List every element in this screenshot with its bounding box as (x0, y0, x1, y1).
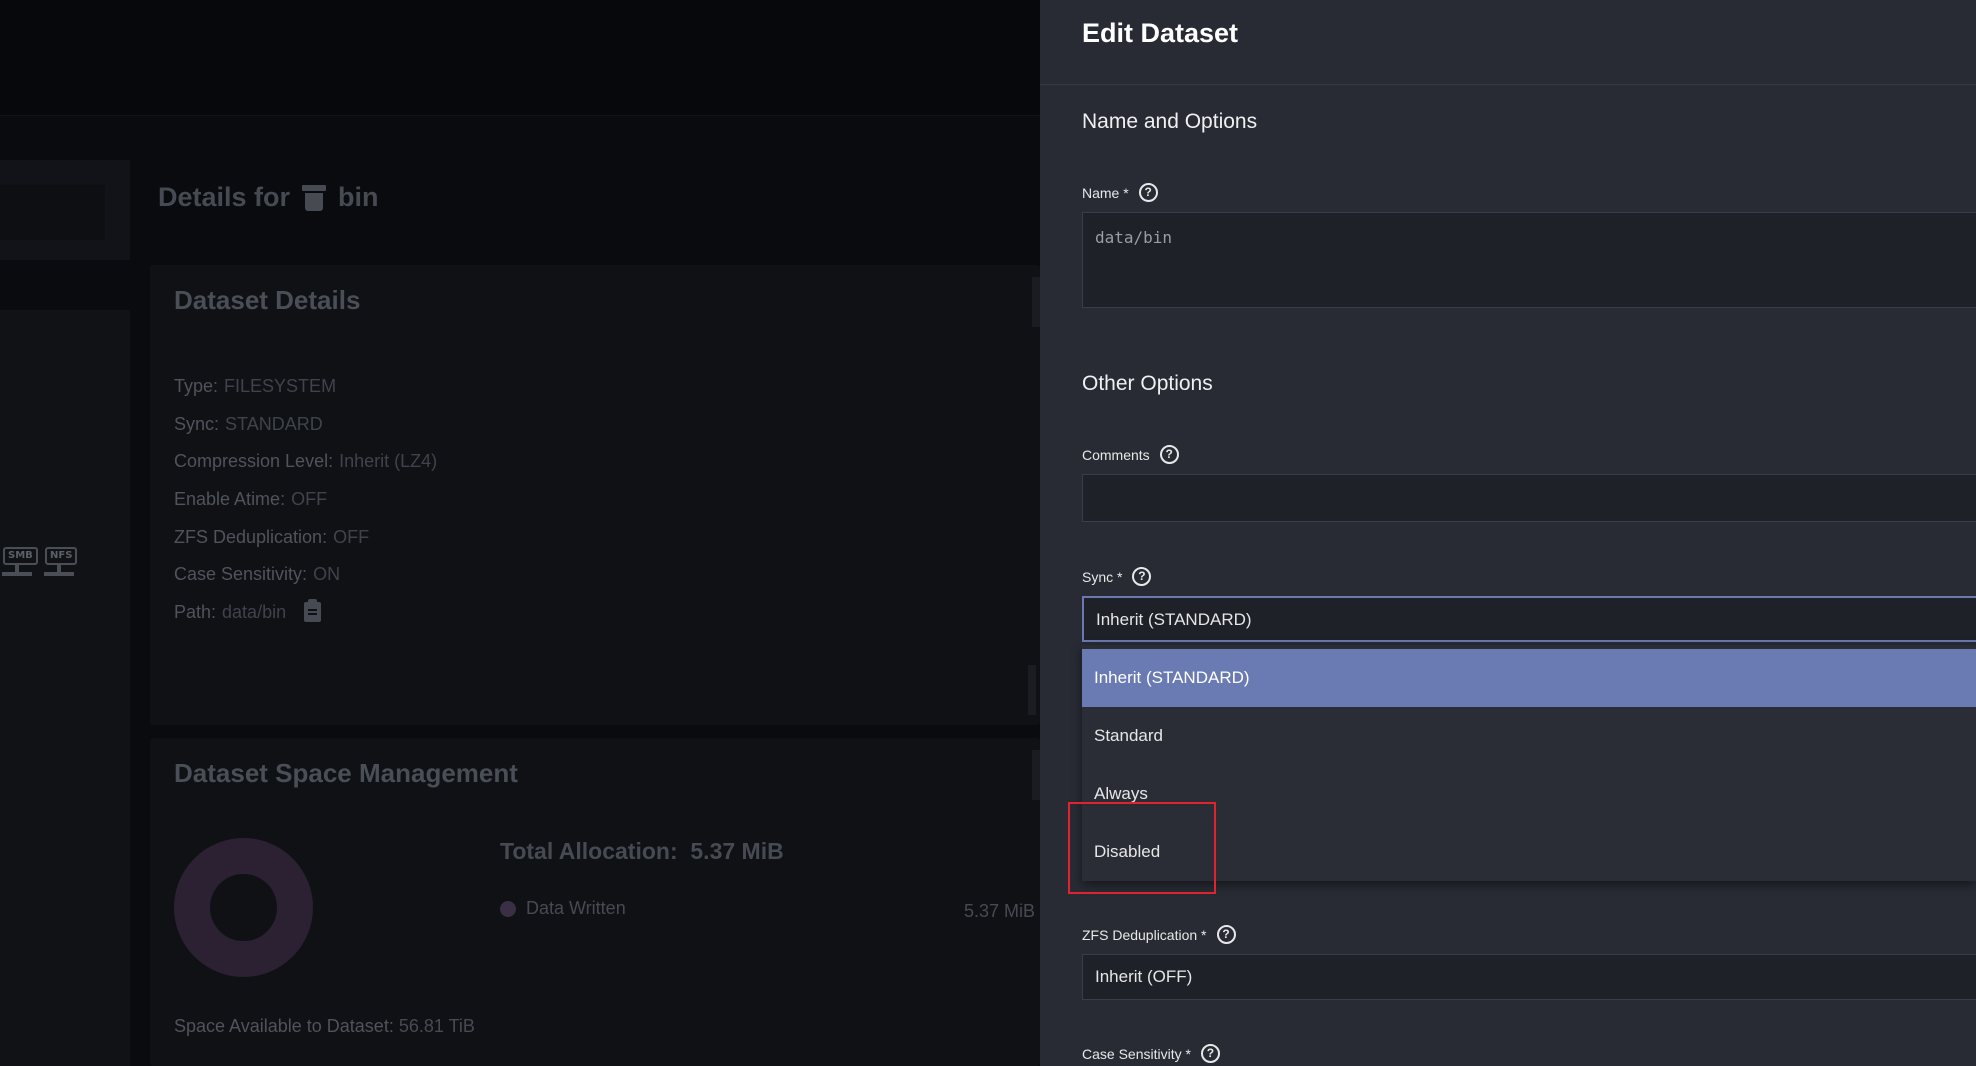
sync-select-value: Inherit (STANDARD) (1096, 610, 1252, 629)
smb-share-icon: SMB (0, 545, 38, 579)
panel-title: Edit Dataset (1082, 18, 1239, 48)
panel-header: Edit Dataset (1040, 0, 1976, 85)
space-management-card: Dataset Space Management Total Allocatio… (150, 738, 1040, 1066)
name-field[interactable]: data/bin (1082, 212, 1976, 308)
details-prefix: Details for (158, 182, 291, 212)
nfs-share-icon: NFS (42, 545, 78, 579)
space-available: Space Available to Dataset: 56.81 TiB (174, 1016, 475, 1036)
background-page: SMB NFS Details for bin Dataset Details … (0, 0, 1040, 1066)
edit-dataset-panel: Edit Dataset Name and Options Name * ? d… (1040, 0, 1976, 1066)
sync-option-always[interactable]: Always (1082, 765, 1976, 823)
detail-row: ZFS Deduplication: OFF (174, 526, 370, 547)
comments-label: Comments ? (1082, 445, 1179, 464)
legend-item: Data Written (500, 898, 626, 919)
detail-list: Type: FILESYSTEM Sync: STANDARD Compressio… (174, 368, 437, 631)
detail-row: Sync: STANDARD (174, 413, 323, 434)
case-sensitivity-label: Case Sensitivity * ? (1082, 1044, 1220, 1063)
card-edge (1032, 277, 1040, 327)
dataset-tree (0, 310, 130, 1066)
help-icon[interactable]: ? (1138, 183, 1158, 202)
legend-value: 5.37 MiB (964, 901, 1036, 921)
legend-dot-icon (500, 900, 516, 917)
detail-row: Path: data/bin (174, 594, 437, 632)
copy-path-icon[interactable] (304, 599, 322, 623)
card-edge (1032, 750, 1040, 800)
dedup-label: ZFS Deduplication * ? (1082, 925, 1236, 944)
help-icon[interactable]: ? (1216, 925, 1236, 944)
dataset-name: bin (338, 182, 379, 212)
name-value: data/bin (1095, 228, 1173, 247)
name-label: Name * ? (1082, 183, 1158, 202)
help-icon[interactable]: ? (1132, 567, 1152, 586)
sync-select[interactable]: Inherit (STANDARD) (1082, 596, 1976, 642)
sync-option-disabled[interactable]: Disabled (1082, 823, 1976, 881)
detail-row: Enable Atime: OFF (174, 489, 328, 510)
card-edge (1028, 665, 1036, 715)
card-title: Dataset Details (174, 285, 361, 315)
detail-row: Compression Level: Inherit (LZ4) (174, 451, 438, 472)
details-header: Details for bin (158, 182, 379, 213)
section-name-and-options: Name and Options (1082, 110, 1258, 133)
sync-option-standard[interactable]: Standard (1082, 707, 1976, 765)
dataset-icon (302, 184, 327, 211)
detail-row: Type: FILESYSTEM (174, 376, 337, 397)
sync-label: Sync * ? (1082, 567, 1152, 586)
total-allocation: Total Allocation: 5.37 MiB (500, 838, 784, 864)
help-icon[interactable]: ? (1159, 445, 1179, 464)
sync-option-inherit-standard[interactable]: Inherit (STANDARD) (1082, 649, 1976, 707)
dedup-select-value: Inherit (OFF) (1095, 967, 1193, 986)
section-other-options: Other Options (1082, 372, 1213, 395)
dataset-details-card: Dataset Details Type: FILESYSTEM Sync: STA… (150, 265, 1040, 725)
allocation-donut-chart (174, 838, 313, 977)
share-icons: SMB NFS (0, 545, 78, 579)
dedup-select[interactable]: Inherit (OFF) (1082, 954, 1976, 1000)
card-title: Dataset Space Management (174, 758, 518, 788)
highlight-annotation-box (1068, 802, 1216, 894)
sync-dropdown-menu: Inherit (STANDARD) Standard Always Disab… (1082, 645, 1976, 881)
help-icon[interactable]: ? (1200, 1044, 1220, 1063)
top-bar (0, 0, 1040, 116)
dataset-tree-row (0, 160, 130, 260)
detail-row: Case Sensitivity: ON (174, 564, 341, 585)
comments-field[interactable] (1082, 474, 1976, 522)
